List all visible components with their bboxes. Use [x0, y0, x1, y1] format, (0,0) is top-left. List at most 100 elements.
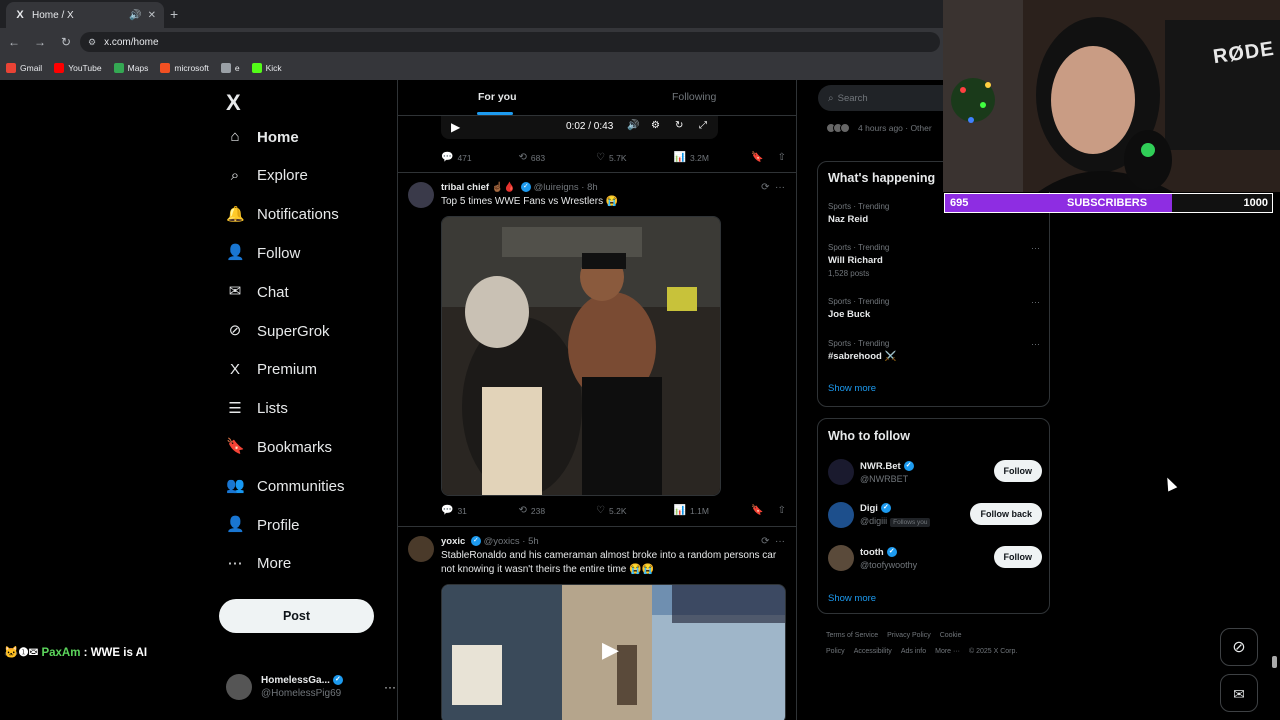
- site-info-icon[interactable]: ⚙: [88, 37, 96, 48]
- like-count: 5.7K: [609, 152, 627, 163]
- fullscreen-icon[interactable]: ⤢: [699, 120, 707, 131]
- suggestion-name: tooth: [860, 546, 884, 558]
- share-icon[interactable]: ⇧: [778, 152, 786, 163]
- show-more-link[interactable]: Show more: [828, 383, 876, 394]
- play-icon[interactable]: ▶: [451, 120, 460, 134]
- trend-more-icon[interactable]: ···: [1031, 297, 1040, 307]
- avatar[interactable]: [408, 182, 434, 208]
- footer-link[interactable]: Ads info: [901, 648, 926, 655]
- browser-tab[interactable]: X Home / X 🔊 ✕: [6, 2, 164, 28]
- bookmark-item[interactable]: microsoft: [160, 63, 209, 73]
- footer-link[interactable]: More ···: [935, 648, 960, 655]
- nav-item-supergrok[interactable]: ⊘ SuperGrok: [226, 322, 330, 340]
- tab-for-you[interactable]: For you: [478, 91, 517, 103]
- author-name[interactable]: tribal chief ☝🏾🩸: [441, 182, 515, 193]
- volume-icon[interactable]: 🔊: [627, 120, 639, 131]
- footer-link[interactable]: Terms of Service: [826, 632, 878, 639]
- views-button[interactable]: 📊 1.1M: [674, 505, 752, 516]
- reply-button[interactable]: 💬 31: [441, 505, 519, 516]
- nav-item-notifications[interactable]: 🔔 Notifications: [226, 206, 339, 224]
- bookmark-icon[interactable]: 🔖: [751, 152, 763, 163]
- bookmark-item[interactable]: Kick: [251, 63, 282, 73]
- bookmark-item[interactable]: Gmail: [6, 63, 42, 73]
- trend-more-icon[interactable]: ···: [1031, 243, 1040, 253]
- follow-button[interactable]: Follow: [993, 460, 1042, 482]
- share-icon[interactable]: ⇧: [778, 505, 786, 516]
- author-handle[interactable]: @yoxics: [484, 536, 520, 547]
- post-video[interactable]: [441, 216, 721, 496]
- nav-item-profile[interactable]: 👤 Profile: [226, 516, 300, 534]
- grok-fab-icon[interactable]: ⊘: [1220, 628, 1258, 666]
- nav-item-premium[interactable]: X Premium: [226, 361, 317, 379]
- close-tab-icon[interactable]: ✕: [148, 10, 156, 21]
- repost-button[interactable]: ⟲ 683: [519, 152, 597, 163]
- post[interactable]: tribal chief ☝🏾🩸 ✓ @luireigns · 8h ⟳ ···…: [398, 172, 796, 526]
- post[interactable]: yoxic ✓ @yoxics · 5h ⟳ ··· StableRonaldo…: [398, 526, 796, 720]
- trend-more-icon[interactable]: ···: [1031, 339, 1040, 349]
- footer-link[interactable]: Accessibility: [854, 648, 892, 655]
- nav-item-lists[interactable]: ☰ Lists: [226, 400, 288, 418]
- post-button[interactable]: Post: [219, 599, 374, 633]
- like-button[interactable]: ♡ 5.2K: [596, 505, 674, 516]
- globe-icon: [220, 63, 231, 73]
- rotate-icon[interactable]: ↻: [675, 120, 683, 131]
- author-name[interactable]: yoxic: [441, 536, 465, 547]
- play-icon[interactable]: ▶: [602, 637, 619, 663]
- reply-button[interactable]: 💬 471: [441, 152, 519, 163]
- trend-item[interactable]: Sports · Trending Joe Buck ···: [828, 297, 1042, 320]
- avatar[interactable]: [828, 502, 854, 528]
- follow-button[interactable]: Follow: [993, 546, 1042, 568]
- back-icon[interactable]: ←: [2, 35, 26, 49]
- bell-icon: 🔔: [226, 205, 245, 223]
- trend-name: Joe Buck: [828, 309, 871, 320]
- nav-item-follow[interactable]: 👤 Follow: [226, 244, 300, 262]
- trend-item[interactable]: Sports · Trending Will Richard 1,528 posts…: [828, 243, 1042, 278]
- post-video[interactable]: ▶: [441, 584, 786, 720]
- post-more-icon[interactable]: ⟳ ···: [761, 536, 785, 547]
- follow-suggestion[interactable]: NWR.Bet ✓ @NWRBET Follow: [828, 457, 1042, 487]
- scrollbar-thumb[interactable]: [1272, 656, 1277, 668]
- avatar[interactable]: [408, 536, 434, 562]
- nav-item-home[interactable]: ⌂ Home: [226, 128, 298, 146]
- mouse-cursor-icon: [1162, 475, 1178, 492]
- nav-item-chat[interactable]: ✉ Chat: [226, 283, 289, 301]
- messages-fab-icon[interactable]: ✉: [1220, 674, 1258, 712]
- avatar[interactable]: [828, 545, 854, 571]
- tab-following[interactable]: Following: [672, 91, 716, 103]
- account-more-icon[interactable]: ···: [384, 680, 396, 694]
- avatar[interactable]: [828, 459, 854, 485]
- bookmark-item[interactable]: Maps: [113, 63, 148, 73]
- scrollbar[interactable]: [1271, 220, 1278, 720]
- bookmark-item[interactable]: e: [220, 63, 240, 73]
- bookmark-item[interactable]: YouTube: [54, 63, 102, 73]
- settings-icon[interactable]: ⚙: [651, 120, 660, 131]
- x-logo-icon[interactable]: X: [226, 90, 241, 116]
- nav-item-explore[interactable]: ⌕ Explore: [226, 167, 308, 185]
- post-header: yoxic ✓ @yoxics · 5h: [441, 536, 539, 547]
- post-time[interactable]: 8h: [587, 182, 598, 193]
- show-more-link[interactable]: Show more: [828, 593, 876, 604]
- follow-button[interactable]: Follow back: [970, 503, 1042, 525]
- follow-suggestion[interactable]: Digi ✓ @digiii Follows you Follow back: [828, 500, 1042, 530]
- author-handle[interactable]: @luireigns: [534, 182, 579, 193]
- like-button[interactable]: ♡ 5.7K: [596, 152, 674, 163]
- nav-item-bookmarks[interactable]: 🔖 Bookmarks: [226, 438, 332, 456]
- post-time[interactable]: 5h: [528, 536, 539, 547]
- follow-suggestion[interactable]: tooth ✓ @toofywoothy Follow: [828, 543, 1042, 573]
- trend-item[interactable]: Sports · Trending #sabrehood ⚔️ ···: [828, 339, 1042, 362]
- repost-button[interactable]: ⟲ 238: [519, 505, 597, 516]
- audio-icon[interactable]: 🔊: [129, 10, 141, 21]
- address-bar[interactable]: ⚙ x.com/home: [80, 32, 940, 52]
- view-count: 3.2M: [690, 152, 709, 163]
- forward-icon[interactable]: →: [28, 35, 52, 49]
- reload-icon[interactable]: ↻: [54, 35, 78, 49]
- post-more-icon[interactable]: ⟳ ···: [761, 182, 785, 193]
- bookmark-icon[interactable]: 🔖: [751, 505, 763, 516]
- views-button[interactable]: 📊 3.2M: [674, 152, 752, 163]
- bookmark-label: Kick: [265, 63, 282, 73]
- nav-item-more[interactable]: ⋯ More: [226, 555, 292, 573]
- nav-item-communities[interactable]: 👥 Communities: [226, 477, 345, 495]
- footer-link[interactable]: Privacy Policy: [887, 632, 931, 639]
- account-switcher[interactable]: HomelessGa... ✓ @HomelessPig69 ···: [226, 674, 396, 700]
- new-tab-icon[interactable]: +: [170, 6, 178, 22]
